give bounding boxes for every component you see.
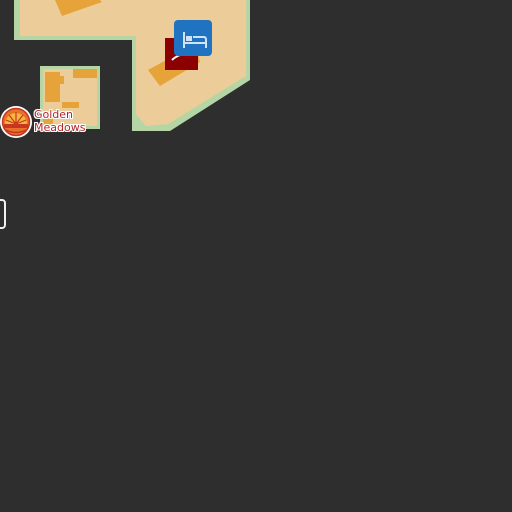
hotel-marker[interactable] bbox=[174, 20, 212, 56]
map-edge-control[interactable] bbox=[0, 199, 6, 229]
poi-label-golden-meadows[interactable]: Golden Meadows bbox=[34, 108, 85, 134]
poi-label-line2: Meadows bbox=[34, 121, 86, 134]
map-canvas[interactable]: Golden Meadows bbox=[0, 0, 512, 512]
building bbox=[73, 69, 97, 78]
golden-meadows-logo-icon[interactable] bbox=[0, 106, 32, 138]
poi-label-line1: Golden bbox=[34, 108, 74, 121]
map-features bbox=[0, 0, 250, 138]
